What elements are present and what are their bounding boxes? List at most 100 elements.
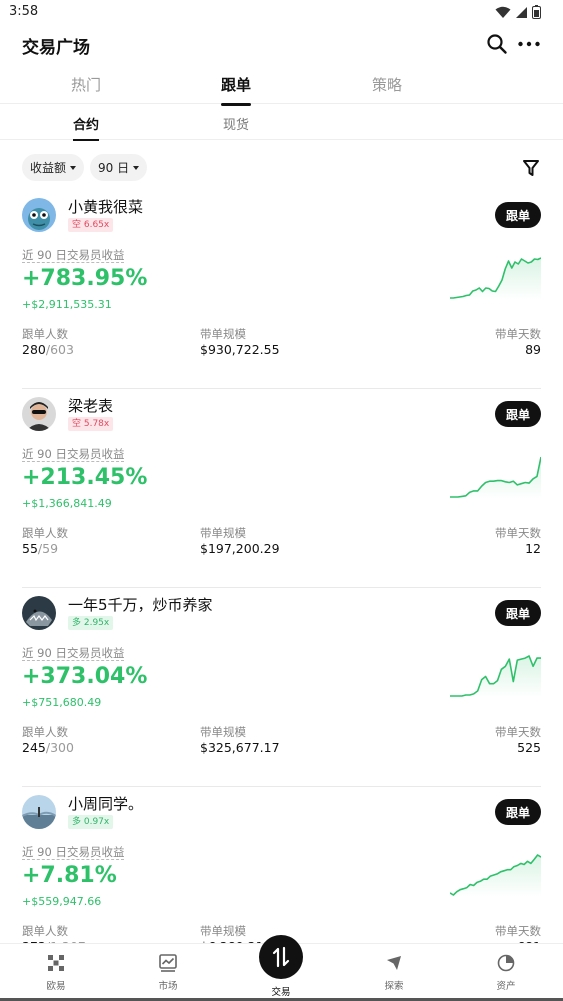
position-badge: 多 2.95x	[68, 616, 114, 630]
followers-value: 55/59	[22, 541, 58, 556]
subtab-spot[interactable]: 现货	[223, 114, 249, 133]
days-value: 12	[525, 541, 541, 556]
pnl-percent: +213.45%	[22, 465, 148, 490]
sparkline-area	[450, 656, 541, 698]
avatar	[22, 397, 56, 431]
followers-label: 跟单人数	[22, 924, 68, 938]
pnl-sparkline	[450, 257, 541, 300]
pnl-label: 近 90 日交易员收益	[22, 646, 125, 661]
status-bar: 3:58	[0, 0, 563, 24]
period-dropdown[interactable]: 90 日	[90, 154, 148, 181]
followers-count: 55	[22, 541, 38, 556]
nav-label: 探索	[384, 981, 404, 992]
app-header: 交易广场	[0, 24, 563, 64]
search-icon[interactable]	[486, 33, 508, 55]
aum-value: $930,722.55	[200, 342, 280, 357]
followers-max: /603	[45, 342, 74, 357]
pnl-sparkline	[450, 854, 541, 897]
sparkline-area	[450, 457, 541, 499]
avatar	[22, 596, 56, 630]
pnl-label: 近 90 日交易员收益	[22, 447, 125, 462]
followers-count: 280	[22, 342, 46, 357]
sparkline-area	[450, 258, 541, 300]
pnl-percent: +373.04%	[22, 664, 148, 689]
pnl-amount: +$2,911,535.31	[22, 298, 112, 311]
nav-trade-button[interactable]	[259, 935, 303, 979]
nav-market[interactable]: 市场	[128, 954, 208, 992]
aum-label: 带单规模	[200, 725, 246, 739]
trader-name: 小周同学。	[68, 795, 144, 813]
followers-label: 跟单人数	[22, 327, 68, 341]
followers-count: 245	[22, 740, 46, 755]
trader-name: 一年5千万，炒币养家	[68, 596, 213, 614]
status-icons	[495, 5, 541, 19]
page-title: 交易广场	[22, 38, 90, 58]
days-label: 带单天数	[495, 924, 541, 938]
followers-value: 245/300	[22, 740, 74, 755]
days-label: 带单天数	[495, 526, 541, 540]
followers-label: 跟单人数	[22, 725, 68, 739]
nav-explore[interactable]: 探索	[354, 954, 434, 992]
pnl-sparkline	[450, 456, 541, 499]
bottom-nav: 欧易 市场 交易 探索 资产	[0, 935, 563, 1001]
sort-dropdown[interactable]: 收益额	[22, 154, 85, 181]
aum-label: 带单规模	[200, 327, 246, 341]
sub-tabs: 合约 现货	[0, 104, 563, 141]
avatar	[22, 198, 56, 232]
battery-icon	[532, 5, 541, 19]
signal-icon	[516, 6, 527, 18]
filter-bar: 收益额 90 日	[0, 152, 563, 184]
aum-value: $197,200.29	[200, 541, 280, 556]
tab-copy-trading[interactable]: 跟单	[220, 74, 252, 106]
nav-label: 交易	[271, 987, 291, 998]
days-value: 89	[525, 342, 541, 357]
trader-card[interactable]: 梁老表 空 5.78x 跟单 近 90 日交易员收益 +213.45% +$1,…	[0, 389, 563, 588]
sort-label: 收益额	[30, 161, 67, 175]
position-badge: 多 0.97x	[68, 815, 114, 829]
market-chart-icon	[159, 954, 177, 972]
aum-label: 带单规模	[200, 526, 246, 540]
follow-button[interactable]: 跟单	[495, 202, 541, 228]
trader-name: 梁老表	[68, 397, 114, 415]
main-tabs: 热门 跟单 策略	[0, 64, 563, 106]
okx-logo-icon	[48, 955, 64, 971]
filter-icon[interactable]	[523, 159, 539, 177]
follow-button[interactable]: 跟单	[495, 401, 541, 427]
pnl-amount: +$751,680.49	[22, 696, 102, 709]
compass-icon	[387, 956, 401, 970]
trader-name: 小黄我很菜	[68, 198, 144, 216]
days-label: 带单天数	[495, 725, 541, 739]
aum-value: $325,677.17	[200, 740, 280, 755]
nav-label: 欧易	[46, 981, 66, 992]
trader-card[interactable]: 一年5千万，炒币养家 多 2.95x 跟单 近 90 日交易员收益 +373.0…	[0, 588, 563, 787]
followers-value: 280/603	[22, 342, 74, 357]
nav-assets[interactable]: 资产	[466, 954, 546, 992]
trade-arrows-icon	[272, 946, 290, 968]
nav-okx[interactable]: 欧易	[16, 954, 96, 992]
nav-label: 市场	[158, 981, 178, 992]
more-icon[interactable]	[517, 33, 541, 55]
trader-card[interactable]: 小黄我很菜 空 6.65x 跟单 近 90 日交易员收益 +783.95% +$…	[0, 190, 563, 389]
pnl-label: 近 90 日交易员收益	[22, 248, 125, 263]
nav-label: 资产	[496, 981, 516, 992]
follow-button[interactable]: 跟单	[495, 799, 541, 825]
caret-down-icon	[70, 165, 77, 170]
pnl-percent: +7.81%	[22, 863, 117, 888]
pnl-amount: +$1,366,841.49	[22, 497, 112, 510]
position-badge: 空 5.78x	[68, 417, 114, 431]
followers-label: 跟单人数	[22, 526, 68, 540]
days-label: 带单天数	[495, 327, 541, 341]
follow-button[interactable]: 跟单	[495, 600, 541, 626]
tab-hot[interactable]: 热门	[71, 74, 101, 95]
pnl-amount: +$559,947.66	[22, 895, 102, 908]
aum-label: 带单规模	[200, 924, 246, 938]
pnl-sparkline	[450, 655, 541, 698]
pnl-label: 近 90 日交易员收益	[22, 845, 125, 860]
subtab-futures[interactable]: 合约	[72, 114, 100, 141]
days-value: 525	[517, 740, 541, 755]
followers-max: /59	[37, 541, 59, 556]
tab-strategy[interactable]: 策略	[372, 74, 402, 95]
period-label: 90 日	[98, 161, 130, 175]
wifi-icon	[495, 6, 511, 18]
position-badge: 空 6.65x	[68, 218, 114, 232]
